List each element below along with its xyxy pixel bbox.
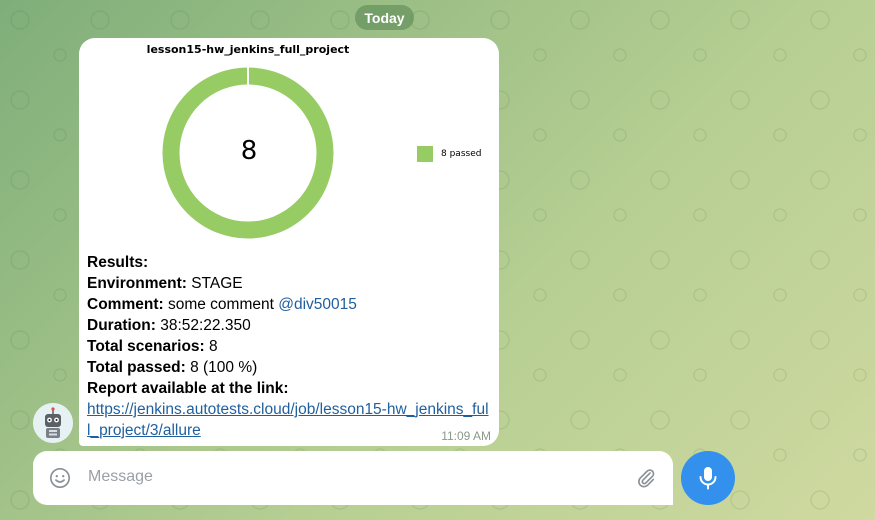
message-input[interactable]: Message bbox=[88, 468, 153, 486]
environment-line: Environment: STAGE bbox=[87, 273, 491, 294]
report-link[interactable]: https://jenkins.autotests.cloud/job/less… bbox=[87, 401, 489, 439]
report-link-line: https://jenkins.autotests.cloud/job/less… bbox=[87, 399, 491, 441]
paperclip-icon[interactable] bbox=[635, 466, 657, 490]
comment-label: Comment: bbox=[87, 296, 164, 313]
message-text: Results: Environment: STAGE Comment: som… bbox=[87, 252, 491, 441]
duration-line: Duration: 38:52:22.350 bbox=[87, 315, 491, 336]
total-scenarios-label: Total scenarios: bbox=[87, 338, 205, 355]
date-separator: Today bbox=[355, 5, 414, 30]
duration-value: 38:52:22.350 bbox=[160, 317, 251, 334]
results-line: Results: bbox=[87, 252, 491, 273]
total-scenarios-line: Total scenarios: 8 bbox=[87, 336, 491, 357]
duration-label: Duration: bbox=[87, 317, 156, 334]
microphone-icon bbox=[699, 467, 717, 490]
comment-line: Comment: some comment @div50015 bbox=[87, 294, 491, 315]
environment-value: STAGE bbox=[191, 275, 243, 292]
message-time: 11:09 AM bbox=[441, 429, 491, 443]
comment-value: some comment bbox=[167, 296, 274, 313]
smile-icon[interactable] bbox=[49, 467, 71, 489]
report-label-line: Report available at the link: bbox=[87, 378, 491, 399]
environment-label: Environment: bbox=[87, 275, 187, 292]
message-bubble[interactable]: lesson15-hw_jenkins_full_project 8 8 pas… bbox=[79, 38, 499, 446]
robot-icon bbox=[33, 403, 73, 443]
date-label: Today bbox=[364, 9, 405, 26]
donut-center-value: 8 bbox=[240, 136, 258, 166]
total-scenarios-value: 8 bbox=[209, 338, 218, 355]
total-passed-label: Total passed: bbox=[87, 359, 186, 376]
total-passed-value: 8 (100 %) bbox=[190, 359, 258, 376]
legend-swatch-passed bbox=[417, 146, 433, 162]
chart-legend: 8 passed bbox=[417, 146, 481, 162]
total-passed-line: Total passed: 8 (100 %) bbox=[87, 357, 491, 378]
report-label: Report available at the link: bbox=[87, 380, 289, 397]
user-mention[interactable]: @div50015 bbox=[278, 296, 357, 313]
robot-avatar[interactable] bbox=[33, 403, 73, 443]
microphone-button[interactable] bbox=[681, 451, 735, 505]
allure-chart-image[interactable]: lesson15-hw_jenkins_full_project 8 8 pas… bbox=[79, 38, 499, 248]
message-composer: Message bbox=[33, 451, 673, 505]
results-label: Results: bbox=[87, 254, 149, 271]
legend-label-passed: 8 passed bbox=[441, 149, 482, 159]
